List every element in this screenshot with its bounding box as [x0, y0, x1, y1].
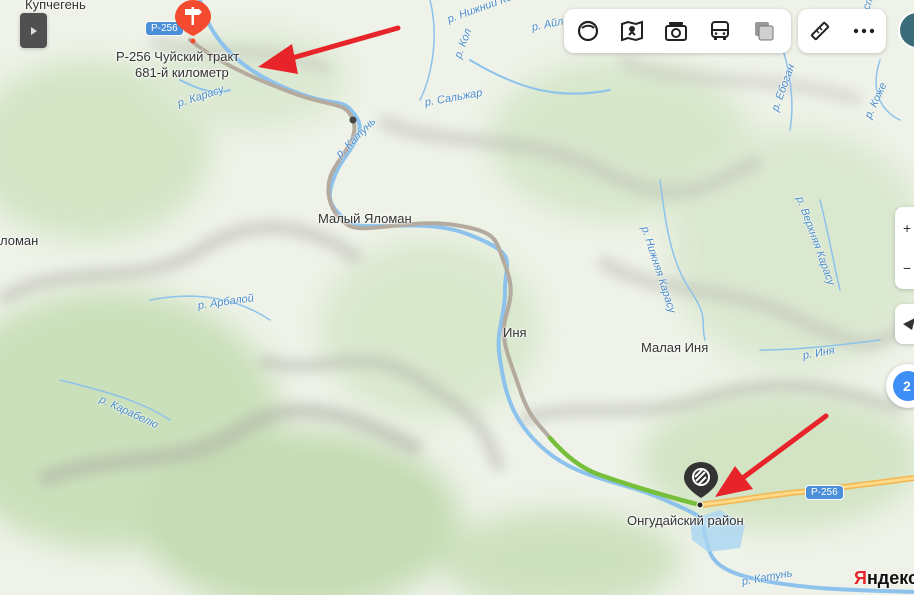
layers-button[interactable] — [566, 9, 610, 53]
transit-button[interactable] — [698, 9, 742, 53]
panorama-icon — [621, 20, 643, 42]
location-button[interactable] — [895, 304, 914, 344]
tools-toolbar — [798, 9, 886, 53]
layers-icon — [577, 20, 599, 42]
zoom-out-button[interactable]: − — [895, 248, 914, 288]
traffic-icon — [755, 22, 774, 41]
annotation-arrows — [258, 25, 829, 497]
sidebar-toggle-button[interactable] — [20, 13, 47, 48]
arrow-bottom — [715, 413, 829, 497]
yandex-logo[interactable]: Яндекс — [854, 568, 914, 589]
zoom-in-button[interactable]: + — [895, 208, 914, 248]
zoom-control: + − — [895, 207, 914, 289]
navigation-arrow-icon — [903, 318, 914, 330]
play-arrow-icon — [30, 26, 37, 35]
panorama-button[interactable] — [610, 9, 654, 53]
ruler-icon — [810, 21, 830, 41]
camera-icon — [665, 22, 687, 41]
bus-icon — [711, 21, 729, 40]
more-button[interactable] — [842, 9, 886, 53]
more-icon — [853, 28, 875, 34]
map-layers-toolbar — [564, 9, 791, 53]
arrow-top — [258, 25, 401, 74]
ruler-button[interactable] — [798, 9, 842, 53]
route-badge-number: 2 — [893, 371, 914, 401]
traffic-button[interactable] — [742, 9, 786, 53]
photos-button[interactable] — [654, 9, 698, 53]
